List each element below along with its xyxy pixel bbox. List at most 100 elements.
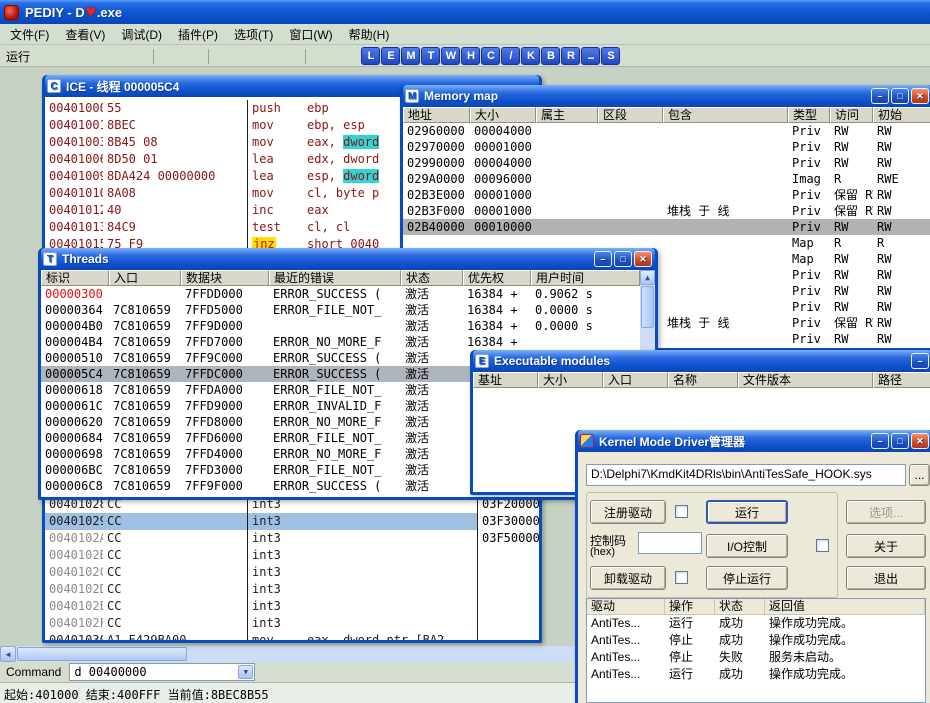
column-header[interactable]: 初始 [873,107,930,123]
run-to-cursor-icon[interactable] [316,47,335,65]
dump-row[interactable]: 00401030 A1 E429BA00 mov eax, dword ptr … [45,632,477,640]
step-into-icon[interactable] [219,47,238,65]
stack-value[interactable]: 03F50000 [478,530,539,547]
scroll-up-icon[interactable]: ▲ [640,270,655,285]
driver-path-field[interactable]: D:\Delphi7\KmdKit4DRls\bin\AntiTesSafe_H… [586,464,906,486]
dump-row[interactable]: 0040102B CC int3 [45,547,477,564]
column-header[interactable]: 访问 [830,107,873,123]
register-driver-button[interactable]: 注册驱动 [590,500,666,524]
dump-row[interactable]: 0040102C CC int3 [45,564,477,581]
dump-row[interactable]: 0040102F CC int3 [45,615,477,632]
menu-item[interactable]: 调试(D) [113,24,170,45]
driver-result-row[interactable]: AntiTes... 停止 成功 操作成功完成。 [587,632,925,649]
memory-row[interactable]: 02B3F000 00001000 堆栈 于 线 Priv 保留 RW RW [403,203,930,219]
run-driver-button[interactable]: 运行 [706,500,788,524]
restart-icon[interactable] [109,47,128,65]
column-header[interactable]: 入口 [603,372,668,388]
menu-item[interactable]: 选项(T) [226,24,281,45]
io-checkbox[interactable] [816,539,829,552]
window-letter-button[interactable]: B [541,47,560,65]
unload-driver-button[interactable]: 卸载驱动 [590,566,666,590]
driver-result-row[interactable]: AntiTes... 运行 成功 操作成功完成。 [587,615,925,632]
column-header[interactable]: 入口 [109,270,181,286]
step-over-icon[interactable] [240,47,259,65]
scroll-thumb[interactable] [17,647,187,661]
column-header[interactable]: 类型 [788,107,830,123]
scroll-left-icon[interactable]: ◄ [0,646,16,662]
column-header[interactable]: 状态 [401,270,463,286]
toolbar-button[interactable] [153,48,160,64]
run-icon[interactable] [164,47,183,65]
column-header[interactable]: 状态 [715,599,765,615]
maximize-icon[interactable]: □ [891,88,909,104]
window-letter-button[interactable]: / [501,47,520,65]
dump-row[interactable]: 00401029 CC int3 [45,513,477,530]
chevron-down-icon[interactable]: ▼ [238,665,254,679]
register-checkbox[interactable] [675,505,688,518]
driver-result-row[interactable]: AntiTes... 运行 成功 操作成功完成。 [587,666,925,683]
window-letter-button[interactable]: W [441,47,460,65]
exit-button[interactable]: 退出 [846,566,926,590]
help-icon[interactable] [658,47,677,65]
driver-result-row[interactable]: AntiTes... 停止 失败 服务未启动。 [587,649,925,666]
unload-checkbox[interactable] [675,571,688,584]
column-header[interactable]: 名称 [668,372,738,388]
maximize-icon[interactable]: □ [891,433,909,449]
window-letter-button[interactable]: H [461,47,480,65]
window-letter-button[interactable]: T [421,47,440,65]
column-header[interactable]: 驱动 [587,599,665,615]
memory-row[interactable]: 02960000 00004000 Priv RW RW [403,123,930,139]
column-header[interactable]: 区段 [598,107,663,123]
pause-icon[interactable] [185,47,204,65]
command-input[interactable]: d 00400000 ▼ [69,663,256,681]
close-icon[interactable]: ✕ [911,433,929,449]
memory-map-titlebar[interactable]: M Memory map – □ ✕ [403,85,930,107]
menu-item[interactable]: 窗口(W) [281,24,340,45]
menu-item[interactable]: 插件(P) [170,24,226,45]
menu-item[interactable]: 文件(F) [2,24,57,45]
window-letter-button[interactable]: ... [581,47,600,65]
menu-item[interactable]: 查看(V) [57,24,113,45]
options-button[interactable]: 选项... [846,500,926,524]
dump-row[interactable]: 0040102D CC int3 [45,581,477,598]
close-program-icon[interactable] [130,47,149,65]
window-letter-button[interactable]: L [361,47,380,65]
main-titlebar[interactable]: PEDIY - D♥.exe [0,0,930,24]
minimize-icon[interactable]: – [911,353,929,369]
memory-row[interactable]: 02970000 00001000 Priv RW RW [403,139,930,155]
column-header[interactable]: 标识 [41,270,109,286]
maximize-icon[interactable]: □ [614,251,632,267]
memory-row[interactable]: 02B3E000 00001000 Priv 保留 RW RW [403,187,930,203]
trace-over-icon[interactable] [282,47,301,65]
column-header[interactable]: 包含 [663,107,788,123]
column-header[interactable]: 大小 [470,107,536,123]
thread-row[interactable]: 000004B4 7C810659 7FFD7000 ERROR_NO_MORE… [41,334,640,350]
column-header[interactable]: 基址 [473,372,538,388]
threads-titlebar[interactable]: T Threads – □ ✕ [41,248,655,270]
menu-item[interactable]: 帮助(H) [341,24,398,45]
window-letter-button[interactable]: R [561,47,580,65]
stop-driver-button[interactable]: 停止运行 [706,566,788,590]
column-header[interactable]: 最近的错误 [269,270,401,286]
memory-row[interactable]: 02990000 00004000 Priv RW RW [403,155,930,171]
minimize-icon[interactable]: – [871,88,889,104]
close-icon[interactable]: ✕ [911,88,929,104]
column-header[interactable]: 路径 [873,372,930,388]
toolbar-button[interactable] [305,48,312,64]
column-header[interactable]: 数据块 [181,270,269,286]
column-header[interactable]: 优先权 [463,270,531,286]
column-header[interactable]: 用户时间 [531,270,640,286]
control-code-field[interactable] [638,532,702,554]
dump-row[interactable]: 0040102E CC int3 [45,598,477,615]
window-letter-button[interactable]: K [521,47,540,65]
memory-row[interactable]: 02B40000 00010000 Priv RW RW [403,219,930,235]
open-file-icon[interactable] [88,47,107,65]
memory-row[interactable]: 029A0000 00096000 Imag R RWE [403,171,930,187]
close-icon[interactable]: ✕ [634,251,652,267]
column-header[interactable]: 文件版本 [738,372,873,388]
browse-button[interactable]: ... [909,464,930,486]
about-button[interactable]: 关于 [846,534,926,558]
column-header[interactable]: 大小 [538,372,603,388]
column-header[interactable]: 属主 [536,107,598,123]
kernel-titlebar[interactable]: Kernel Mode Driver管理器 – □ ✕ [578,430,930,452]
